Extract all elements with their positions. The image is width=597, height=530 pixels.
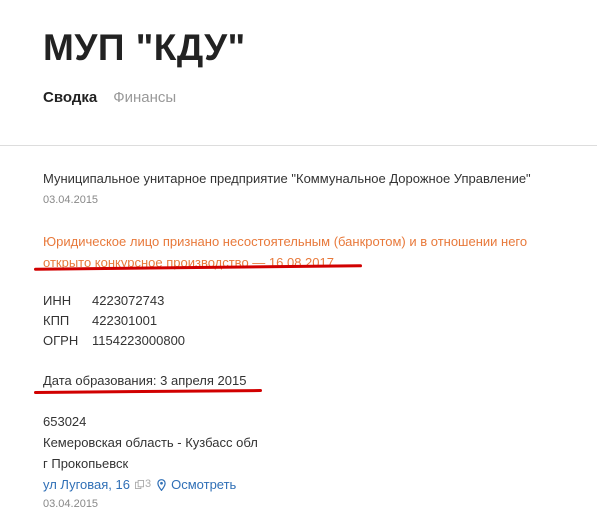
page-header: МУП "КДУ" Сводка Финансы <box>0 0 597 146</box>
founded-value: 3 апреля 2015 <box>160 373 247 388</box>
kpp-value: 422301001 <box>92 313 158 328</box>
address-date: 03.04.2015 <box>43 498 99 510</box>
inspect-link[interactable]: Осмотреть <box>171 474 236 495</box>
full-name-date: 03.04.2015 <box>43 194 99 206</box>
inn-row: ИНН 4223072743 <box>43 291 185 311</box>
founded-label: Дата образования: <box>43 373 157 388</box>
inn-value: 4223072743 <box>92 293 165 308</box>
ogrn-label: ОГРН <box>43 333 79 348</box>
company-full-name: Муниципальное унитарное предприятие "Ком… <box>43 171 531 186</box>
kpp-row: КПП 422301001 <box>43 311 185 331</box>
postal-code: 653024 <box>43 414 87 429</box>
tab-finances[interactable]: Финансы <box>113 89 176 106</box>
ogrn-value: 1154223000800 <box>92 333 186 348</box>
map-pin-icon[interactable] <box>157 478 166 491</box>
inn-label: ИНН <box>43 293 72 308</box>
founded-date: Дата образования: 3 апреля 2015 <box>43 373 246 388</box>
tab-summary[interactable]: Сводка <box>43 89 97 106</box>
same-address-count[interactable]: 3 <box>135 474 151 495</box>
bankruptcy-notice-line1: Юридическое лицо признано несостоятельны… <box>43 234 528 249</box>
address-city: г Прокопьевск <box>43 456 129 471</box>
tabs-bar: Сводка Финансы <box>43 89 192 106</box>
company-codes: ИНН 4223072743 КПП 422301001 ОГРН 115422… <box>43 291 185 351</box>
company-title: МУП "КДУ" <box>43 27 246 68</box>
same-address-count-value: 3 <box>145 478 152 490</box>
highlight-underline-founded <box>33 389 263 394</box>
copy-icon <box>135 480 144 489</box>
bankruptcy-notice-line2: открыто конкурсное производство — 16.08.… <box>43 255 334 270</box>
address-street-link[interactable]: ул Луговая, 16 <box>43 474 130 495</box>
ogrn-row: ОГРН 1154223000800 <box>43 331 185 351</box>
address-region: Кемеровская область - Кузбасс обл <box>43 435 258 450</box>
kpp-label: КПП <box>43 313 70 328</box>
address-block: 653024 Кемеровская область - Кузбасс обл… <box>43 411 258 495</box>
address-street-row: ул Луговая, 16 3 Осмотреть <box>43 474 258 495</box>
